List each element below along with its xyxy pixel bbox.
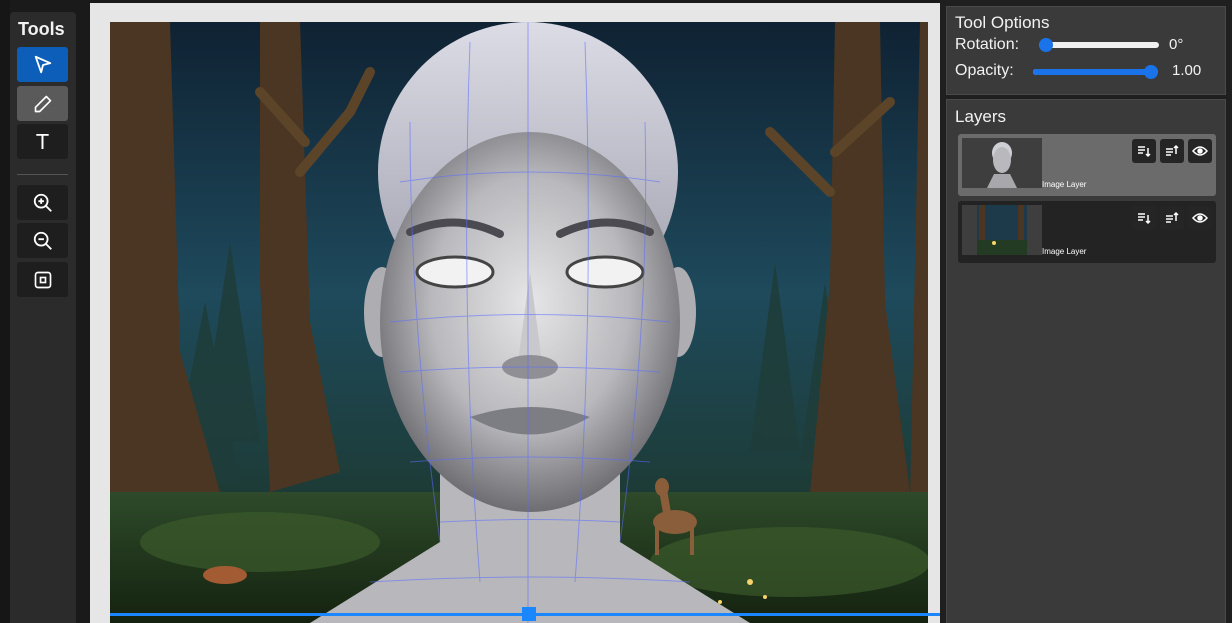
pencil-icon [34,95,51,112]
zoom-in-button[interactable] [17,185,68,220]
visibility-eye-icon [1192,213,1208,223]
cursor-icon [34,55,51,73]
toggle-visibility-button[interactable] [1188,139,1212,163]
opacity-label: Opacity: [955,62,1014,79]
draw-tool-button[interactable] [17,86,68,121]
composite-image[interactable] [110,22,928,623]
selection-resize-handle[interactable] [522,607,536,621]
toolbar-separator [17,174,68,175]
left-edge-strip [0,0,10,623]
layer-name: Image Layer [1042,180,1087,189]
zoom-out-icon [33,231,52,250]
layers-panel: Layers Image Layer Image Layer [946,99,1226,623]
toggle-visibility-button[interactable] [1188,206,1212,230]
text-icon: T [36,129,49,154]
image-editor-app: Tools T Tool Options Rotation: 0° Opacit… [0,0,1232,623]
move-down-icon [1138,213,1151,225]
layer-item[interactable]: Image Layer [958,134,1216,196]
rotation-slider[interactable] [1039,42,1159,48]
tools-title: Tools [18,19,65,39]
tools-toolbar: Tools T [10,12,76,623]
layer-thumbnail [962,205,1042,255]
text-tool-button[interactable]: T [17,124,68,159]
fit-frame-icon [34,271,51,288]
opacity-slider-thumb[interactable] [1144,65,1158,79]
select-tool-button[interactable] [17,47,68,82]
layers-title: Layers [955,107,1007,126]
move-down-icon [1138,146,1151,158]
visibility-eye-icon [1192,146,1208,156]
artboard[interactable] [110,22,928,623]
tool-options-panel: Tool Options Rotation: 0° Opacity: 1.00 [946,6,1226,95]
move-up-icon [1166,211,1179,223]
move-layer-up-button[interactable] [1160,139,1184,163]
right-panel: Tool Options Rotation: 0° Opacity: 1.00 … [940,0,1232,623]
layer-item[interactable]: Image Layer [958,201,1216,263]
fit-frame-button[interactable] [17,262,68,297]
move-up-icon [1166,144,1179,156]
zoom-out-button[interactable] [17,223,68,258]
move-layer-down-button[interactable] [1132,139,1156,163]
rotation-label: Rotation: [955,36,1020,53]
move-layer-down-button[interactable] [1132,206,1156,230]
forest-portrait-image [110,22,928,623]
rotation-slider-thumb[interactable] [1039,38,1053,52]
layer-thumbnail [962,138,1042,188]
canvas-area[interactable] [76,0,940,623]
opacity-slider-fill [1033,69,1158,75]
tool-options-title: Tool Options [955,13,1050,32]
rotation-value: 0° [1169,36,1184,53]
zoom-in-icon [33,193,52,212]
move-layer-up-button[interactable] [1160,206,1184,230]
layer-name: Image Layer [1042,247,1087,256]
opacity-value: 1.00 [1172,62,1202,79]
